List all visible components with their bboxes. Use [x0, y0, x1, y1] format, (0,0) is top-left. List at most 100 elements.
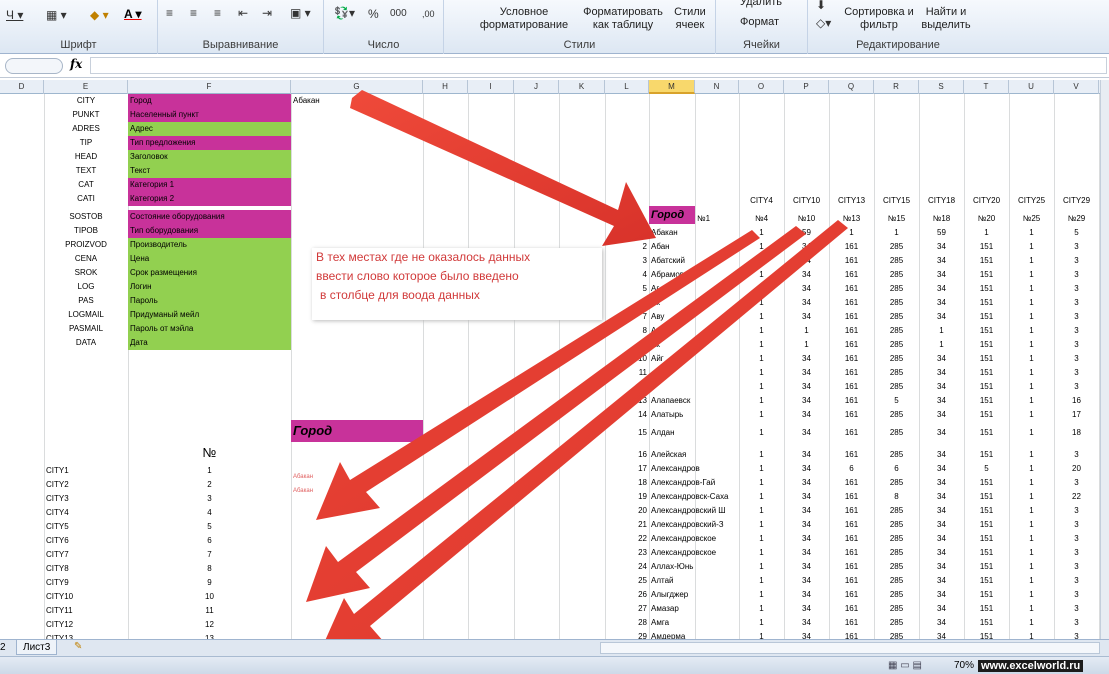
city-header-cell[interactable]: CITY18	[919, 194, 964, 208]
value-cell[interactable]: 151	[964, 560, 1009, 574]
value-cell[interactable]: 1	[1009, 490, 1054, 504]
indent-decrease-icon[interactable]: ⇤	[238, 6, 248, 20]
row-number-cell[interactable]: 6	[605, 296, 649, 310]
value-cell[interactable]: 5	[1054, 226, 1099, 240]
value-cell[interactable]: 34	[784, 394, 829, 408]
value-cell[interactable]: 34	[919, 240, 964, 254]
list-number-cell[interactable]: 2	[128, 478, 291, 492]
list-city-cell[interactable]: CITY1	[44, 464, 128, 478]
value-cell[interactable]: 161	[829, 630, 874, 639]
field-label-cell[interactable]: Пароль от мэйла	[128, 322, 291, 336]
value-cell[interactable]: 285	[874, 602, 919, 616]
num-header-cell[interactable]: №18	[919, 212, 964, 226]
column-header-o[interactable]: O	[739, 80, 784, 94]
city-value-cell[interactable]: Абакан	[291, 94, 423, 108]
small-note-cell[interactable]: Абакан	[291, 470, 423, 484]
sort-filter-button[interactable]: Сортировка и фильтр	[844, 6, 914, 32]
row-number-cell[interactable]: 4	[605, 268, 649, 282]
value-cell[interactable]: 1	[739, 448, 784, 462]
row-number-cell[interactable]: 13	[605, 394, 649, 408]
value-cell[interactable]: 34	[919, 476, 964, 490]
column-header-r[interactable]: R	[874, 80, 919, 94]
value-cell[interactable]: 34	[919, 574, 964, 588]
field-code-cell[interactable]: DATA	[44, 336, 128, 350]
thousands-icon[interactable]: 000	[390, 7, 407, 21]
value-cell[interactable]: 1	[739, 408, 784, 422]
value-cell[interactable]: 285	[874, 532, 919, 546]
value-cell[interactable]: 151	[964, 602, 1009, 616]
num-header-cell[interactable]: №25	[1009, 212, 1054, 226]
city-header-cell[interactable]: CITY13	[829, 194, 874, 208]
value-cell[interactable]: 8	[874, 490, 919, 504]
value-cell[interactable]: 1	[964, 226, 1009, 240]
value-cell[interactable]: 151	[964, 254, 1009, 268]
value-cell[interactable]: 34	[784, 532, 829, 546]
value-cell[interactable]: 34	[919, 462, 964, 476]
value-cell[interactable]: 34	[919, 310, 964, 324]
num-header-cell[interactable]: №15	[874, 212, 919, 226]
value-cell[interactable]: 151	[964, 532, 1009, 546]
city-name-cell[interactable]: Айг	[649, 352, 739, 366]
value-cell[interactable]: 34	[919, 254, 964, 268]
value-cell[interactable]: 1	[739, 574, 784, 588]
value-cell[interactable]: 20	[1054, 462, 1099, 476]
list-city-cell[interactable]: CITY2	[44, 478, 128, 492]
value-cell[interactable]: 1	[874, 226, 919, 240]
city-name-cell[interactable]: Алдан	[649, 426, 739, 440]
list-city-cell[interactable]: CITY9	[44, 576, 128, 590]
row-number-cell[interactable]: 9	[605, 338, 649, 352]
row-number-cell[interactable]: 27	[605, 602, 649, 616]
column-header-p[interactable]: P	[784, 80, 829, 94]
value-cell[interactable]: 1	[1009, 602, 1054, 616]
value-cell[interactable]: 1	[739, 226, 784, 240]
value-cell[interactable]: 161	[829, 476, 874, 490]
row-number-cell[interactable]: 26	[605, 588, 649, 602]
value-cell[interactable]: 3	[1054, 588, 1099, 602]
field-label-cell[interactable]: Текст	[128, 164, 291, 178]
value-cell[interactable]: 161	[829, 338, 874, 352]
row-number-cell[interactable]: 17	[605, 462, 649, 476]
value-cell[interactable]: 1	[1009, 352, 1054, 366]
value-cell[interactable]: 1	[919, 338, 964, 352]
city-name-cell[interactable]: Абатский	[649, 254, 739, 268]
value-cell[interactable]: 34	[784, 426, 829, 440]
value-cell[interactable]: 18	[1054, 426, 1099, 440]
value-cell[interactable]: 151	[964, 616, 1009, 630]
value-cell[interactable]: 1	[1009, 630, 1054, 639]
row-number-cell[interactable]: 2	[605, 240, 649, 254]
value-cell[interactable]: 34	[919, 504, 964, 518]
column-header-i[interactable]: I	[468, 80, 514, 94]
value-cell[interactable]: 34	[919, 408, 964, 422]
value-cell[interactable]: 151	[964, 240, 1009, 254]
value-cell[interactable]: 34	[784, 588, 829, 602]
sheet-tab-list3[interactable]: Лист3	[16, 640, 58, 655]
value-cell[interactable]: 285	[874, 296, 919, 310]
city-name-cell[interactable]: Александров	[649, 462, 739, 476]
value-cell[interactable]: 1	[1009, 476, 1054, 490]
field-code-cell[interactable]: CENA	[44, 252, 128, 266]
field-code-cell[interactable]: PAS	[44, 294, 128, 308]
value-cell[interactable]: 285	[874, 560, 919, 574]
value-cell[interactable]: 1	[1009, 324, 1054, 338]
conditional-formatting-button[interactable]: Условное форматирование	[474, 6, 574, 32]
value-cell[interactable]: 285	[874, 426, 919, 440]
list-number-cell[interactable]: 12	[128, 618, 291, 632]
city-name-cell[interactable]: Александровский Ш	[649, 504, 739, 518]
field-label-cell[interactable]: Состояние оборудования	[128, 210, 291, 224]
city-header-cell[interactable]: CITY25	[1009, 194, 1054, 208]
value-cell[interactable]: 3	[1054, 476, 1099, 490]
column-header-j[interactable]: J	[514, 80, 559, 94]
list-number-cell[interactable]: 1	[128, 464, 291, 478]
value-cell[interactable]: 6	[829, 462, 874, 476]
value-cell[interactable]: 1	[739, 310, 784, 324]
value-cell[interactable]: 161	[829, 588, 874, 602]
cell-styles-button[interactable]: Стили ячеек	[670, 6, 710, 32]
align-center-icon[interactable]: ≡	[190, 6, 197, 20]
function-icon[interactable]: fx	[70, 57, 82, 71]
num-header-cell[interactable]: №4	[739, 212, 784, 226]
value-cell[interactable]: 34	[784, 282, 829, 296]
list-city-cell[interactable]: CITY11	[44, 604, 128, 618]
field-code-cell[interactable]: PROIZVOD	[44, 238, 128, 252]
num-header-cell[interactable]: №20	[964, 212, 1009, 226]
value-cell[interactable]: 1	[1009, 462, 1054, 476]
